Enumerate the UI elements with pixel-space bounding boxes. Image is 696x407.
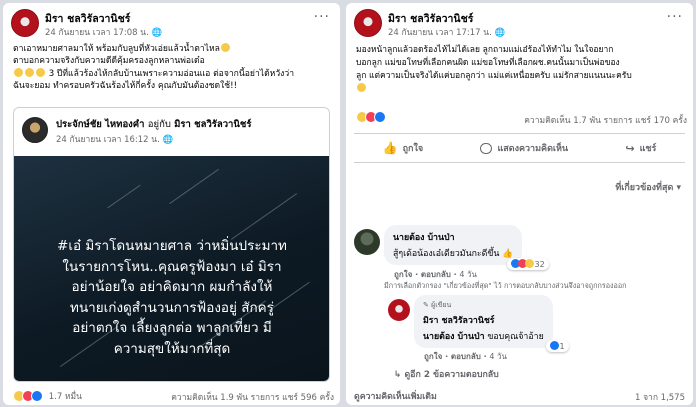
post-date-text[interactable]: 24 กันยายน เวลา 17:08 น. bbox=[45, 28, 149, 38]
reaction-summary[interactable] bbox=[356, 111, 386, 123]
shared-date-text[interactable]: 24 กันยายน เวลา 16:12 น. bbox=[56, 135, 160, 145]
mention-link[interactable]: นายต้อง บ้านป่า bbox=[423, 332, 485, 342]
filter-label: ที่เกี่ยวข้องที่สุด bbox=[615, 183, 674, 193]
comment-like-link[interactable]: ถูกใจ bbox=[394, 270, 412, 279]
crying-emoji-icon bbox=[25, 67, 34, 77]
sad-reaction-icon bbox=[525, 259, 534, 268]
author-badge-text: ผู้เขียน bbox=[431, 301, 452, 309]
view-more-replies[interactable]: ↳ ดูอีก 2 ข้อความตอบกลับ bbox=[394, 367, 499, 381]
reply-like-link[interactable]: ถูกใจ bbox=[424, 352, 442, 361]
reply-reactions[interactable]: 1 bbox=[546, 340, 569, 352]
comment-share-stats[interactable]: ความคิดเห็น 1.7 พัน รายการ แชร์ 170 ครั้… bbox=[524, 113, 687, 127]
crying-emoji-icon bbox=[14, 67, 23, 77]
comment-reply-link[interactable]: ตอบกลับ bbox=[421, 270, 451, 279]
shared-post[interactable]: ประจักษ์ชัย ไหทองคำ อยู่กับ มิรา ชลวิรัล… bbox=[13, 107, 330, 382]
globe-icon: 🌐 bbox=[494, 28, 506, 38]
share-button[interactable]: ↪ แชร์ bbox=[625, 141, 656, 155]
filter-note: มีการเลือกตัวกรอง "เกี่ยวข้องที่สุด" ไว้… bbox=[384, 281, 627, 290]
like-reaction-icon bbox=[550, 341, 559, 350]
share-icon: ↪ bbox=[625, 141, 635, 155]
right-post: มิรา ชลวิรัลวานิชร์ 24 กันยายน เวลา 17:1… bbox=[346, 3, 693, 405]
image-caption-line: อย่าตกใจ เลี้ยงลูกต่อ พาลูกเที่ยว มี bbox=[72, 320, 272, 336]
like-reaction-icon bbox=[31, 390, 43, 402]
crying-emoji-icon bbox=[220, 43, 230, 52]
comment-text-content: สู้ๆเด้อน้องเอ๋เดียวมันกะดีขึ้น bbox=[393, 249, 500, 259]
more-options-icon[interactable]: ··· bbox=[667, 9, 683, 25]
author-avatar[interactable] bbox=[11, 9, 39, 37]
reply-arrow-icon: ↳ bbox=[394, 370, 402, 380]
post-text-line: มองหน้าลูกแล้วอดร้องไห้ไม่ได้เลย ลูกถามแ… bbox=[356, 45, 614, 55]
like-reaction-icon bbox=[374, 111, 386, 123]
post-date[interactable]: 24 กันยายน เวลา 17:08 น. 🌐 bbox=[45, 25, 162, 39]
image-caption-line: ทนายเก่งดูสำนวนการฟ้องอยู่ สักครู่ bbox=[70, 299, 274, 316]
like-label: ถูกใจ bbox=[402, 144, 424, 154]
post-text-line: 3 ปีที่แล้วร้องไห้กลับบ้านเพราะความอ่อนแ… bbox=[48, 68, 295, 79]
chevron-down-icon: ▾ bbox=[676, 183, 681, 193]
comment-button[interactable]: แสดงความคิดเห็น bbox=[480, 141, 568, 155]
comment-time[interactable]: 4 วัน bbox=[459, 270, 477, 279]
post-text-line: ฉันจะยอม ทำครอบครัวฉันร้องไห้กี่ครั้ง คุ… bbox=[13, 80, 238, 91]
commenter-avatar[interactable] bbox=[354, 229, 380, 255]
reply-reply-link[interactable]: ตอบกลับ bbox=[451, 352, 481, 361]
globe-icon: 🌐 bbox=[151, 28, 163, 38]
left-post: มิรา ชลวิรัลวานิชร์ 24 กันยายน เวลา 17:0… bbox=[3, 3, 340, 405]
image-caption-line: #เอ๋ มิราโดนหมายศาล ว่าหมิ่นประมาท bbox=[57, 238, 287, 254]
image-caption: #เอ๋ มิราโดนหมายศาล ว่าหมิ่นประมาท ในราย… bbox=[28, 236, 316, 359]
like-button[interactable]: 👍 ถูกใจ bbox=[383, 141, 424, 155]
post-date-text[interactable]: 24 กันยายน เวลา 17:17 น. bbox=[388, 28, 492, 38]
crying-emoji-icon bbox=[36, 67, 45, 77]
post-date[interactable]: 24 กันยายน เวลา 17:17 น. 🌐 bbox=[388, 25, 505, 39]
comment-share-stats[interactable]: ความคิดเห็น 1.9 พัน รายการ แชร์ 596 ครั้… bbox=[171, 390, 334, 404]
commenter-name[interactable]: นายต้อง บ้านป่า bbox=[393, 230, 513, 244]
more-options-icon[interactable]: ··· bbox=[314, 9, 330, 25]
comment-actions: ถูกใจ · ตอบกลับ · 4 วัน bbox=[394, 270, 477, 279]
shared-author-line: ประจักษ์ชัย ไหทองคำ อยู่กับ มิรา ชลวิรัล… bbox=[56, 117, 251, 132]
shared-post-date[interactable]: 24 กันยายน เวลา 16:12 น. 🌐 bbox=[56, 132, 173, 146]
comment-filter-dropdown[interactable]: ที่เกี่ยวข้องที่สุด ▾ bbox=[615, 180, 681, 194]
globe-icon: 🌐 bbox=[162, 135, 174, 145]
shared-author-name[interactable]: ประจักษ์ชัย ไหทองคำ bbox=[56, 119, 144, 130]
comment-pagination: 1 จาก 1,575 bbox=[634, 393, 685, 403]
reply-bubble: ✎ ผู้เขียน มิรา ชลวิรัลวานิชร์ นายต้อง บ… bbox=[414, 295, 553, 348]
comment-reactions[interactable]: 32 bbox=[507, 258, 549, 270]
view-more-comments[interactable]: ดูความคิดเห็นเพิ่มเติม bbox=[354, 389, 437, 403]
right-post-header: มิรา ชลวิรัลวานิชร์ 24 กันยายน เวลา 17:1… bbox=[346, 3, 693, 41]
pencil-icon: ✎ bbox=[423, 301, 429, 309]
reply-author-avatar[interactable] bbox=[388, 299, 410, 321]
comment-react-count: 32 bbox=[534, 260, 545, 269]
left-post-header: มิรา ชลวิรัลวานิชร์ 24 กันยายน เวลา 17:0… bbox=[3, 3, 340, 41]
image-caption-line: ในรายการโหน..คุณครูฟ้องมา เอ๋ มิรา bbox=[62, 258, 282, 275]
with-label: อยู่กับ bbox=[147, 119, 171, 130]
image-caption-line: ความสุขให้มากที่สุด bbox=[113, 340, 231, 357]
reply-actions: ถูกใจ · ตอบกลับ · 4 วัน bbox=[424, 352, 507, 361]
share-label: แชร์ bbox=[639, 144, 657, 154]
comment-icon bbox=[480, 142, 493, 154]
reply-text-content: ขอบคุณจ้าอ้าย bbox=[487, 332, 544, 342]
reply-text: นายต้อง บ้านป่า ขอบคุณจ้าอ้าย bbox=[423, 329, 544, 343]
shared-with-name[interactable]: มิรา ชลวิรัลวานิชร์ bbox=[174, 119, 251, 130]
thumbs-up-icon: 👍 bbox=[382, 141, 398, 155]
comment-label: แสดงความคิดเห็น bbox=[497, 144, 569, 154]
reply-time[interactable]: 4 วัน bbox=[489, 352, 507, 361]
post-action-bar: 👍 ถูกใจ แสดงความคิดเห็น ↪ แชร์ bbox=[354, 133, 685, 163]
shared-author-avatar[interactable] bbox=[22, 117, 48, 143]
author-badge: ✎ ผู้เขียน bbox=[423, 300, 544, 311]
reply-author-name[interactable]: มิรา ชลวิรัลวานิชร์ bbox=[423, 313, 544, 327]
author-avatar[interactable] bbox=[354, 9, 382, 37]
shared-image[interactable]: #เอ๋ มิราโดนหมายศาล ว่าหมิ่นประมาท ในราย… bbox=[14, 156, 329, 381]
post-text: มองหน้าลูกแล้วอดร้องไห้ไม่ได้เลย ลูกถามแ… bbox=[356, 44, 632, 96]
post-text-line: บอกลูก แม่ขอโทษที่เลือกคนผิด แม่ขอโทษที่… bbox=[356, 58, 620, 68]
crying-emoji-icon bbox=[357, 83, 366, 92]
post-text: ตาเอาหมายศาลมาให้ พร้อมกับลูบที่หัวเอ่ยแ… bbox=[13, 43, 294, 92]
image-caption-line: อย่าน้อยใจ อย่าคิดมาก ผมกำลังให้ bbox=[71, 279, 273, 295]
view-more-replies-label: ดูอีก 2 ข้อความตอบกลับ bbox=[404, 370, 499, 380]
comment-bubble: นายต้อง บ้านป่า สู้ๆเด้อน้องเอ๋เดียวมันก… bbox=[384, 225, 523, 265]
post-text-line: ลูก แต่ความเป็นจริงได้แค่บอกลูกว่า แม่แค… bbox=[356, 71, 632, 81]
post-text-line: ตาเอาหมายศาลมาให้ พร้อมกับลูบที่หัวเอ่ยแ… bbox=[13, 44, 220, 54]
reaction-count[interactable]: 1.7 หมื่น bbox=[49, 392, 82, 402]
comment-text: สู้ๆเด้อน้องเอ๋เดียวมันกะดีขึ้น 👍 bbox=[393, 246, 513, 260]
post-text-line: ตาบอกความจริงกับความดีดีคุ้มครองลูกหลานพ… bbox=[13, 56, 205, 67]
reply-react-count: 1 bbox=[559, 342, 565, 351]
reaction-summary[interactable]: 1.7 หมื่น bbox=[13, 389, 82, 403]
